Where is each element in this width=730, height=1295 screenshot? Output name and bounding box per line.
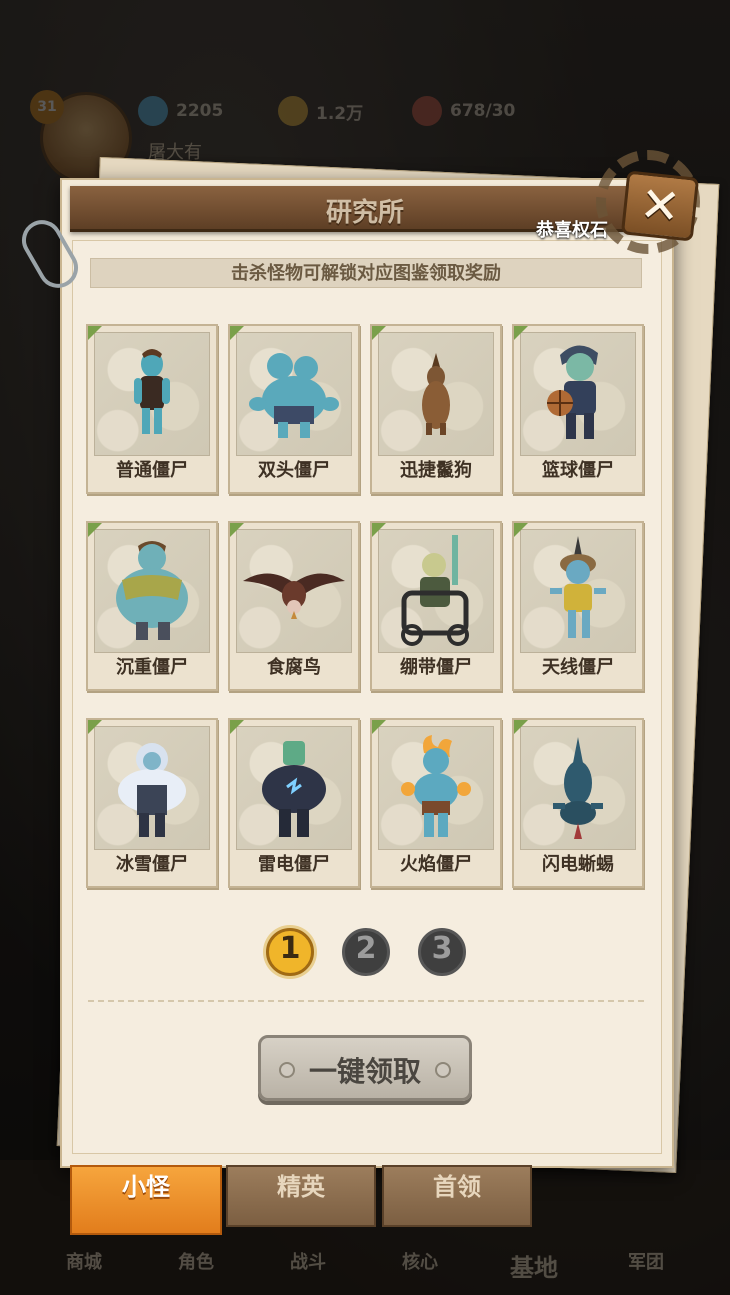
monster-card-hyena[interactable]: 迅捷鬣狗: [370, 324, 502, 494]
card-art: [520, 529, 636, 653]
card-art: [520, 332, 636, 456]
card-corner-decor: [372, 720, 386, 734]
monster-card-lightning-lizard[interactable]: 闪电蜥蜴: [512, 718, 644, 888]
card-label: 沉重僵尸: [116, 657, 188, 678]
zombie-basketball-icon: [547, 345, 598, 439]
card-label: 火焰僵尸: [400, 854, 472, 875]
zombie-thunder-icon: [262, 741, 326, 837]
card-corner-decor: [230, 720, 244, 734]
monster-card-two-headed-zombie[interactable]: 双头僵尸: [228, 324, 360, 494]
zombie-bandage-icon: [401, 535, 469, 646]
congrats-ticker: 恭喜权石: [536, 220, 608, 241]
zombie-common-icon: [134, 349, 170, 434]
card-art: [94, 529, 210, 653]
card-corner-decor: [372, 523, 386, 537]
card-corner-decor: [88, 523, 102, 537]
card-art: [378, 726, 494, 850]
hyena-icon: [422, 353, 450, 435]
zombie-two-headed-icon: [249, 353, 339, 438]
card-art: [378, 529, 494, 653]
bolt-icon: [435, 1062, 451, 1078]
close-icon: ✕: [637, 176, 683, 236]
card-label: 篮球僵尸: [542, 460, 614, 481]
page-button-3[interactable]: 3: [418, 928, 466, 976]
monster-card-ice-zombie[interactable]: 冰雪僵尸: [86, 718, 218, 888]
card-art: [94, 332, 210, 456]
card-label: 食腐鸟: [267, 657, 321, 678]
card-corner-decor: [88, 326, 102, 340]
lizard-lightning-icon: [553, 737, 603, 839]
card-corner-decor: [514, 720, 528, 734]
card-art: [94, 726, 210, 850]
card-label: 双头僵尸: [258, 460, 330, 481]
card-label: 绷带僵尸: [400, 657, 472, 678]
close-button[interactable]: ✕: [620, 170, 700, 242]
monster-card-thunder-zombie[interactable]: 雷电僵尸: [228, 718, 360, 888]
card-art: [236, 529, 352, 653]
tab-minion[interactable]: 小怪: [70, 1165, 222, 1235]
zombie-ice-icon: [118, 743, 186, 837]
card-art: [378, 332, 494, 456]
card-art: [520, 726, 636, 850]
page-button-2[interactable]: 2: [342, 928, 390, 976]
zombie-antenna-icon: [550, 536, 606, 638]
card-art: [236, 332, 352, 456]
page-button-1[interactable]: 1: [266, 928, 314, 976]
card-corner-decor: [514, 523, 528, 537]
card-label: 冰雪僵尸: [116, 854, 188, 875]
card-label: 普通僵尸: [116, 460, 188, 481]
vulture-icon: [243, 573, 345, 619]
card-art: [236, 726, 352, 850]
monster-card-heavy-zombie[interactable]: 沉重僵尸: [86, 521, 218, 691]
card-label: 天线僵尸: [542, 657, 614, 678]
monster-card-common-zombie[interactable]: 普通僵尸: [86, 324, 218, 494]
card-label: 雷电僵尸: [258, 854, 330, 875]
tab-boss[interactable]: 首领: [382, 1165, 532, 1227]
monster-card-fire-zombie[interactable]: 火焰僵尸: [370, 718, 502, 888]
monster-card-basketball-zombie[interactable]: 篮球僵尸: [512, 324, 644, 494]
card-corner-decor: [88, 720, 102, 734]
card-corner-decor: [372, 326, 386, 340]
divider: [88, 1000, 644, 1002]
zombie-fire-icon: [401, 735, 471, 837]
tab-elite[interactable]: 精英: [226, 1165, 376, 1227]
card-label: 迅捷鬣狗: [400, 460, 472, 481]
card-corner-decor: [514, 326, 528, 340]
monster-card-antenna-zombie[interactable]: 天线僵尸: [512, 521, 644, 691]
card-corner-decor: [230, 523, 244, 537]
hint-text: 击杀怪物可解锁对应图鉴领取奖励: [90, 258, 642, 288]
monster-card-bandage-zombie[interactable]: 绷带僵尸: [370, 521, 502, 691]
card-corner-decor: [230, 326, 244, 340]
card-label: 闪电蜥蜴: [542, 854, 614, 875]
claim-all-button[interactable]: 一键领取: [258, 1035, 472, 1101]
zombie-heavy-icon: [116, 541, 188, 640]
monster-card-vulture[interactable]: 食腐鸟: [228, 521, 360, 691]
